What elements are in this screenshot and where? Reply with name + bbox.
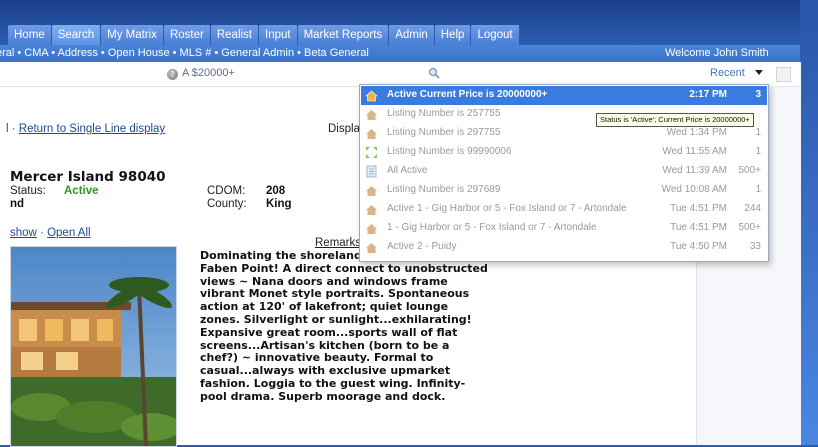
cdom-value: 208 [266, 185, 286, 197]
recent-button[interactable]: Recent [710, 67, 745, 79]
tab-search[interactable]: Search [51, 25, 102, 45]
tooltip: Status is 'Active'; Current Price is 200… [596, 113, 754, 127]
recent-item-time: Tue 4:51 PM [670, 222, 727, 233]
tab-market-reports[interactable]: Market Reports [297, 25, 390, 45]
recent-item-text: Listing Number is 297755 [387, 127, 501, 138]
photo-links: show · Open All [10, 227, 91, 239]
tab-realist[interactable]: Realist [210, 25, 259, 45]
recent-item-count: 33 [749, 241, 761, 252]
sub-nav: eral • CMA • Address • Open House • MLS … [0, 45, 800, 62]
chevron-down-icon[interactable] [755, 70, 763, 75]
recent-item[interactable]: Listing Number is 297689 Wed 10:08 AM 1 [361, 181, 767, 200]
recent-item-text: All Active [387, 165, 428, 176]
recent-item[interactable]: All Active Wed 11:39 AM 500+ [361, 162, 767, 181]
recent-item-count: 1 [755, 184, 761, 195]
return-single-line-link[interactable]: Return to Single Line display [19, 123, 165, 135]
house-icon [366, 224, 377, 234]
house-icon [366, 243, 377, 253]
display-label: Displa [328, 123, 360, 135]
recent-item-time: 2:17 PM [689, 89, 727, 100]
recent-item-count: 1 [755, 146, 761, 157]
county-label: County: [207, 198, 247, 210]
recent-item-text: Active Current Price is 20000000+ [387, 89, 548, 100]
listing-photo[interactable] [10, 246, 177, 447]
tab-my-matrix[interactable]: My Matrix [101, 25, 164, 45]
county-value: King [266, 198, 292, 210]
tab-home[interactable]: Home [8, 25, 52, 45]
search-icon[interactable] [428, 67, 440, 79]
document-icon [366, 165, 377, 178]
recent-item-text: Listing Number is 257755 [387, 108, 501, 119]
tab-logout[interactable]: Logout [471, 25, 520, 45]
recent-item-count: 3 [755, 89, 761, 100]
recent-item[interactable]: Active 1 - Gig Harbor or 5 - Fox Island … [361, 200, 767, 219]
arrows-icon [366, 147, 377, 158]
link-separator: · [36, 227, 48, 239]
tab-help[interactable]: Help [434, 25, 472, 45]
main-nav: Home Search My Matrix Roster Realist Inp… [8, 25, 520, 45]
recent-item-count: 500+ [738, 165, 761, 176]
remarks-text: Dominating the shoreland area on fabled … [200, 249, 488, 403]
recent-item[interactable]: 1 - Gig Harbor or 5 - Fox Island or 7 - … [361, 219, 767, 238]
recent-item-text: Active 1 - Gig Harbor or 5 - Fox Island … [387, 203, 627, 214]
recent-item-count: 244 [744, 203, 761, 214]
welcome-text: Welcome John Smith [665, 47, 769, 59]
display-links: l · Return to Single Line display [6, 123, 165, 135]
recent-item-text: Active 2 - Puidy [387, 241, 457, 252]
remarks-heading: Remarks [315, 237, 362, 249]
recent-item[interactable]: Active Current Price is 20000000+ 2:17 P… [361, 86, 767, 105]
recent-item-count: 1 [755, 127, 761, 138]
house-icon [366, 186, 377, 196]
help-icon[interactable]: ? [167, 69, 178, 80]
expand-icon[interactable] [776, 67, 791, 82]
recent-item-count: 500+ [738, 222, 761, 233]
slideshow-link[interactable]: show [10, 227, 37, 239]
listing-address: Mercer Island 98040 [10, 169, 166, 185]
tab-input[interactable]: Input [259, 25, 298, 45]
recent-item-time: Wed 11:55 AM [662, 146, 727, 157]
recent-item-text: Listing Number is 297689 [387, 184, 501, 195]
house-photo-image [11, 247, 176, 446]
status-label: Status: [10, 185, 46, 197]
house-icon [366, 110, 377, 120]
house-icon [366, 129, 377, 139]
open-all-link[interactable]: Open All [47, 227, 90, 239]
tab-roster[interactable]: Roster [163, 25, 211, 45]
recent-searches-dropdown: Active Current Price is 20000000+ 2:17 P… [359, 84, 769, 262]
house-icon [365, 90, 378, 102]
recent-item-text: 1 - Gig Harbor or 5 - Fox Island or 7 - … [387, 222, 597, 233]
recent-item-time: Wed 11:39 AM [662, 165, 727, 176]
listing-fragment: nd [10, 198, 25, 210]
window-edge [800, 0, 818, 445]
recent-item[interactable]: Active 2 - Puidy Tue 4:50 PM 33 [361, 238, 767, 257]
subnav-links[interactable]: eral • CMA • Address • Open House • MLS … [0, 45, 369, 62]
recent-item-time: Tue 4:51 PM [670, 203, 727, 214]
recent-item-time: Tue 4:50 PM [670, 241, 727, 252]
tab-admin[interactable]: Admin [389, 25, 435, 45]
recent-item-time: Wed 10:08 AM [661, 184, 727, 195]
status-badge: Active [64, 185, 99, 197]
recent-item[interactable]: Listing Number is 99990006 Wed 11:55 AM … [361, 143, 767, 162]
link-prefix: l · [6, 123, 19, 135]
house-icon [366, 205, 377, 215]
recent-item-time: Wed 1:34 PM [666, 127, 727, 138]
recent-item-text: Listing Number is 99990006 [387, 146, 512, 157]
search-query-text[interactable]: A $20000+ [182, 67, 235, 79]
cdom-label: CDOM: [207, 185, 246, 197]
